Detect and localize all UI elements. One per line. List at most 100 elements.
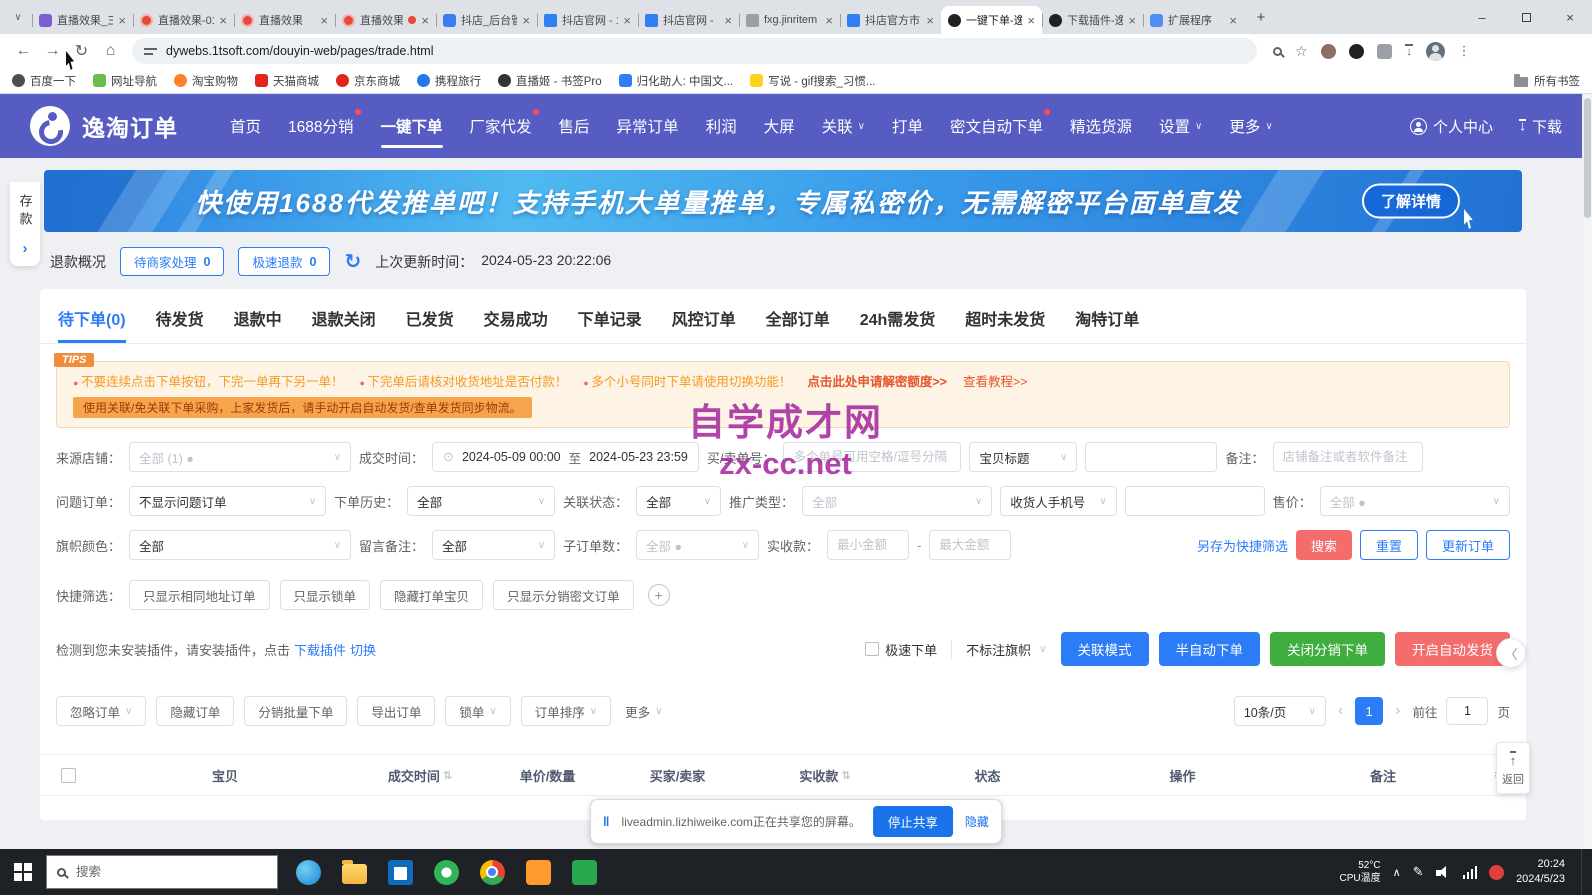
browser-menu-icon[interactable]: ⋮ (1458, 43, 1471, 59)
hide-share-bar-link[interactable]: 隐藏 (965, 813, 989, 830)
mode-button[interactable]: 关联模式 (1061, 632, 1149, 666)
orders-toolbar-button[interactable]: 忽略订单 (56, 696, 146, 726)
nav-item[interactable]: 打单 (892, 94, 923, 158)
taskbar-app-icon[interactable] (472, 849, 512, 895)
download-plugin-link[interactable]: 下载插件 (294, 640, 346, 659)
pen-icon[interactable]: ✎ (1413, 864, 1424, 880)
order-tab[interactable]: 淘特订单 (1075, 306, 1139, 343)
page-scrollbar[interactable] (1582, 94, 1592, 849)
tab-close-icon[interactable]: × (320, 14, 328, 27)
order-tab[interactable]: 全部订单 (766, 306, 830, 343)
site-info-icon[interactable] (144, 46, 157, 56)
sub-order-select[interactable]: 全部 ● (636, 530, 759, 560)
add-quick-filter-icon[interactable]: + (648, 584, 670, 606)
page-size-select[interactable]: 10条/页 (1234, 696, 1326, 726)
side-panel-collapse-button[interactable]: 〈 (1496, 638, 1526, 668)
mode-button[interactable]: 关闭分销下单 (1270, 632, 1385, 666)
start-button[interactable] (0, 849, 46, 895)
bookmark-item[interactable]: 天猫商城 (255, 73, 319, 89)
taskbar-app-icon[interactable] (380, 849, 420, 895)
volume-icon[interactable] (1436, 866, 1451, 879)
promo-type-select[interactable]: 全部 (802, 486, 992, 516)
search-button[interactable]: 搜索 (1296, 530, 1352, 560)
orders-toolbar-button[interactable]: 更多 (621, 696, 666, 726)
speed-order-checkbox[interactable] (865, 642, 879, 656)
quick-filter-button[interactable]: 只显示锁单 (280, 580, 371, 610)
bookmark-item[interactable]: 网址导航 (93, 73, 157, 89)
taskbar-clock[interactable]: 20:24 2024/5/23 (1516, 857, 1565, 887)
profile-avatar[interactable] (1426, 42, 1445, 61)
deal-time-range[interactable]: ⊙ 2024-05-09 00:00 至 2024-05-23 23:59 (432, 442, 699, 472)
browser-tab[interactable]: 直播效果_三 × (32, 6, 133, 34)
browser-tab[interactable]: 抖店_后台管 × (436, 6, 537, 34)
orders-toolbar-button[interactable]: 锁单 (445, 696, 510, 726)
user-center-button[interactable]: 个人中心 (1410, 116, 1493, 137)
paid-min-input[interactable] (827, 530, 909, 560)
order-tab[interactable]: 退款中 (234, 306, 282, 343)
paid-max-input[interactable] (929, 530, 1011, 560)
nav-item[interactable]: 一键下单 (381, 94, 443, 158)
source-shop-select[interactable]: 全部 (1) ● (129, 442, 351, 472)
nav-item[interactable]: 首页 (230, 94, 261, 158)
side-drawer-tab[interactable]: 存款 › (10, 182, 40, 266)
tray-expand-icon[interactable]: ∧ (1393, 866, 1401, 879)
orders-toolbar-button[interactable]: 导出订单 (357, 696, 435, 726)
bookmark-item[interactable]: 直播姬 - 书签Pro (498, 73, 602, 89)
mode-button[interactable]: 开启自动发货 (1395, 632, 1510, 666)
reset-button[interactable]: 重置 (1360, 530, 1418, 560)
nav-item[interactable]: 设置 (1159, 94, 1202, 158)
bookmark-item[interactable]: 京东商城 (336, 73, 400, 89)
order-tab[interactable]: 下单记录 (578, 306, 642, 343)
banner-detail-button[interactable]: 了解详情 (1362, 184, 1460, 219)
bookmark-item[interactable]: 淘宝购物 (174, 73, 238, 89)
nav-item[interactable]: 厂家代发 (470, 94, 532, 158)
browser-tab[interactable]: 下载插件-逸 × (1042, 6, 1143, 34)
browser-tab[interactable]: 扩展程序 × (1143, 6, 1244, 34)
remark-input[interactable] (1273, 442, 1423, 472)
extension-dark-icon[interactable] (1349, 44, 1364, 59)
tab-close-icon[interactable]: × (926, 14, 934, 27)
update-orders-button[interactable]: 更新订单 (1426, 530, 1510, 560)
stop-sharing-button[interactable]: 停止共享 (873, 806, 953, 837)
back-button[interactable]: ← (10, 38, 37, 65)
nav-item[interactable]: 关联 (822, 94, 865, 158)
mode-button[interactable]: 半自动下单 (1159, 632, 1261, 666)
save-quick-filter-link[interactable]: 另存为快捷筛选 (1197, 536, 1288, 555)
all-bookmarks-button[interactable]: 所有书签 (1514, 73, 1580, 89)
tab-close-icon[interactable]: × (1027, 14, 1035, 27)
tab-close-icon[interactable]: × (421, 14, 429, 27)
nav-item[interactable]: 密文自动下单 (950, 94, 1043, 158)
receiver-phone-input[interactable] (1125, 486, 1265, 516)
browser-tab[interactable]: 抖店官网 - 1 × (537, 6, 638, 34)
new-tab-button[interactable]: + (1248, 4, 1274, 30)
browser-tab[interactable]: 直播效果 × (335, 6, 436, 34)
nav-item[interactable]: 售后 (559, 94, 590, 158)
tab-close-icon[interactable]: × (522, 14, 530, 27)
apply-quota-link[interactable]: 点击此处申请解密额度>> (807, 371, 947, 390)
zoom-icon[interactable] (1273, 47, 1282, 56)
goto-page-input[interactable] (1446, 697, 1488, 725)
network-icon[interactable] (1463, 866, 1478, 879)
scrollbar-thumb[interactable] (1584, 98, 1591, 218)
prev-page-icon[interactable]: ‹ (1335, 702, 1346, 720)
taskbar-app-icon[interactable] (288, 849, 328, 895)
nav-item[interactable]: 大屏 (764, 94, 795, 158)
browser-tab[interactable]: 直播效果 × (234, 6, 335, 34)
current-page-button[interactable]: 1 (1355, 697, 1383, 725)
quick-filter-button[interactable]: 只显示相同地址订单 (129, 580, 270, 610)
order-history-select[interactable]: 全部 (407, 486, 555, 516)
show-desktop-strip[interactable] (1581, 849, 1586, 895)
refresh-icon[interactable]: ↻ (344, 249, 361, 274)
tab-search-icon[interactable]: ∨ (6, 4, 30, 30)
address-bar[interactable]: dywebs.1tsoft.com/douyin-web/pages/trade… (132, 38, 1257, 64)
flag-color-select[interactable]: 全部 (129, 530, 351, 560)
order-no-input[interactable] (783, 442, 961, 472)
relation-status-select[interactable]: 全部 (636, 486, 721, 516)
back-to-top-button[interactable]: ↑ 返回 (1496, 742, 1530, 794)
flag-note-select[interactable]: 不标注旗帜 ∨ (951, 640, 1046, 659)
switch-link[interactable]: 切换 (350, 640, 376, 659)
download-button[interactable]: ↑ 下载 (1519, 116, 1562, 137)
browser-tab[interactable]: 抖店官网 - × (638, 6, 739, 34)
expand-arrow-icon[interactable]: › (23, 240, 28, 257)
browser-tab[interactable]: fxg.jinritem × (739, 6, 840, 34)
